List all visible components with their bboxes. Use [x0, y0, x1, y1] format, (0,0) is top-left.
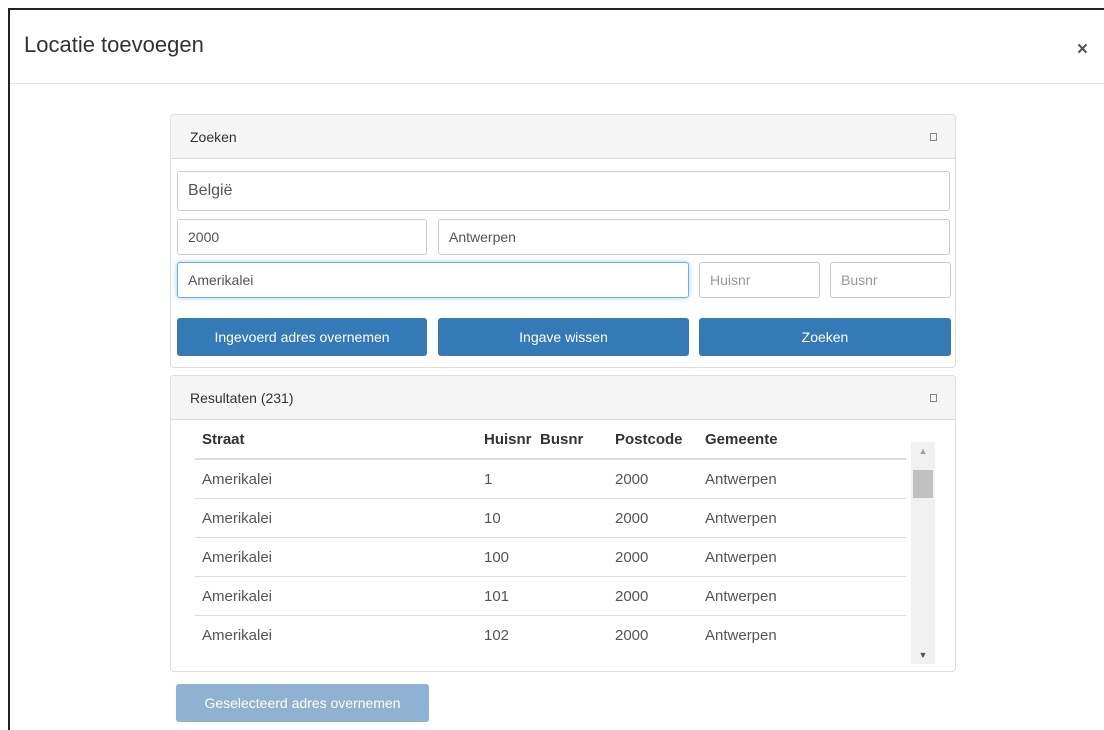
collapse-icon[interactable] [930, 133, 937, 141]
table-row[interactable]: Amerikalei 1 2000 Antwerpen [195, 458, 906, 499]
column-header-busnr: Busnr [540, 420, 615, 460]
modal-header: Locatie toevoegen × [10, 10, 1104, 84]
cell-straat: Amerikalei [195, 458, 484, 499]
cell-gemeente: Antwerpen [705, 576, 906, 616]
collapse-icon[interactable] [930, 394, 937, 402]
table-row[interactable]: Amerikalei 10 2000 Antwerpen [195, 498, 906, 538]
column-header-postcode: Postcode [615, 420, 705, 460]
column-header-straat: Straat [195, 420, 484, 460]
table-row[interactable]: Amerikalei 102 2000 Antwerpen [195, 615, 906, 654]
table-header-row: Straat Huisnr Busnr Postcode Gemeente [195, 420, 906, 460]
search-button[interactable]: Zoeken [699, 318, 951, 356]
city-input[interactable] [438, 219, 950, 255]
cell-busnr [540, 576, 615, 616]
clear-input-button[interactable]: Ingave wissen [438, 318, 689, 356]
cell-busnr [540, 498, 615, 538]
cell-straat: Amerikalei [195, 498, 484, 538]
take-over-selected-address-button[interactable]: Geselecteerd adres overnemen [176, 684, 429, 722]
cell-huisnr: 10 [484, 498, 540, 538]
table-row[interactable]: Amerikalei 101 2000 Antwerpen [195, 576, 906, 616]
cell-busnr [540, 458, 615, 499]
cell-straat: Amerikalei [195, 537, 484, 577]
cell-postcode: 2000 [615, 458, 705, 499]
take-over-entered-address-button[interactable]: Ingevoerd adres overnemen [177, 318, 427, 356]
search-panel: Zoeken Ingevoerd adres overnemen Ingave … [170, 114, 956, 368]
search-panel-title: Zoeken [190, 129, 237, 145]
results-panel-title: Resultaten (231) [190, 390, 294, 406]
scroll-down-arrow-icon[interactable]: ▼ [911, 646, 935, 664]
street-input[interactable] [177, 262, 689, 298]
busnr-input[interactable] [830, 262, 951, 298]
column-header-gemeente: Gemeente [705, 420, 906, 460]
close-icon[interactable]: × [1077, 40, 1088, 59]
cell-postcode: 2000 [615, 615, 705, 654]
cell-straat: Amerikalei [195, 615, 484, 654]
results-scrollbar[interactable]: ▲ ▼ [911, 442, 935, 664]
column-header-huisnr: Huisnr [484, 420, 540, 460]
cell-huisnr: 1 [484, 458, 540, 499]
scroll-up-arrow-icon[interactable]: ▲ [911, 442, 935, 460]
cell-busnr [540, 615, 615, 654]
cell-gemeente: Antwerpen [705, 615, 906, 654]
results-panel: Resultaten (231) Straat Huisnr Busnr Pos… [170, 375, 956, 672]
cell-huisnr: 102 [484, 615, 540, 654]
results-table: Straat Huisnr Busnr Postcode Gemeente Am… [195, 420, 906, 654]
cell-straat: Amerikalei [195, 576, 484, 616]
add-location-modal: Locatie toevoegen × Zoeken Ingevoerd adr… [8, 8, 1104, 730]
cell-postcode: 2000 [615, 537, 705, 577]
cell-gemeente: Antwerpen [705, 498, 906, 538]
table-row[interactable]: Amerikalei 100 2000 Antwerpen [195, 537, 906, 577]
cell-busnr [540, 537, 615, 577]
postcode-input[interactable] [177, 219, 427, 255]
results-panel-heading: Resultaten (231) [171, 376, 955, 420]
cell-huisnr: 100 [484, 537, 540, 577]
huisnr-input[interactable] [699, 262, 820, 298]
cell-postcode: 2000 [615, 576, 705, 616]
modal-title: Locatie toevoegen [24, 32, 204, 57]
cell-gemeente: Antwerpen [705, 537, 906, 577]
country-input[interactable] [177, 171, 950, 211]
cell-huisnr: 101 [484, 576, 540, 616]
scrollbar-thumb[interactable] [913, 470, 933, 498]
cell-postcode: 2000 [615, 498, 705, 538]
search-panel-heading: Zoeken [171, 115, 955, 159]
cell-gemeente: Antwerpen [705, 458, 906, 499]
